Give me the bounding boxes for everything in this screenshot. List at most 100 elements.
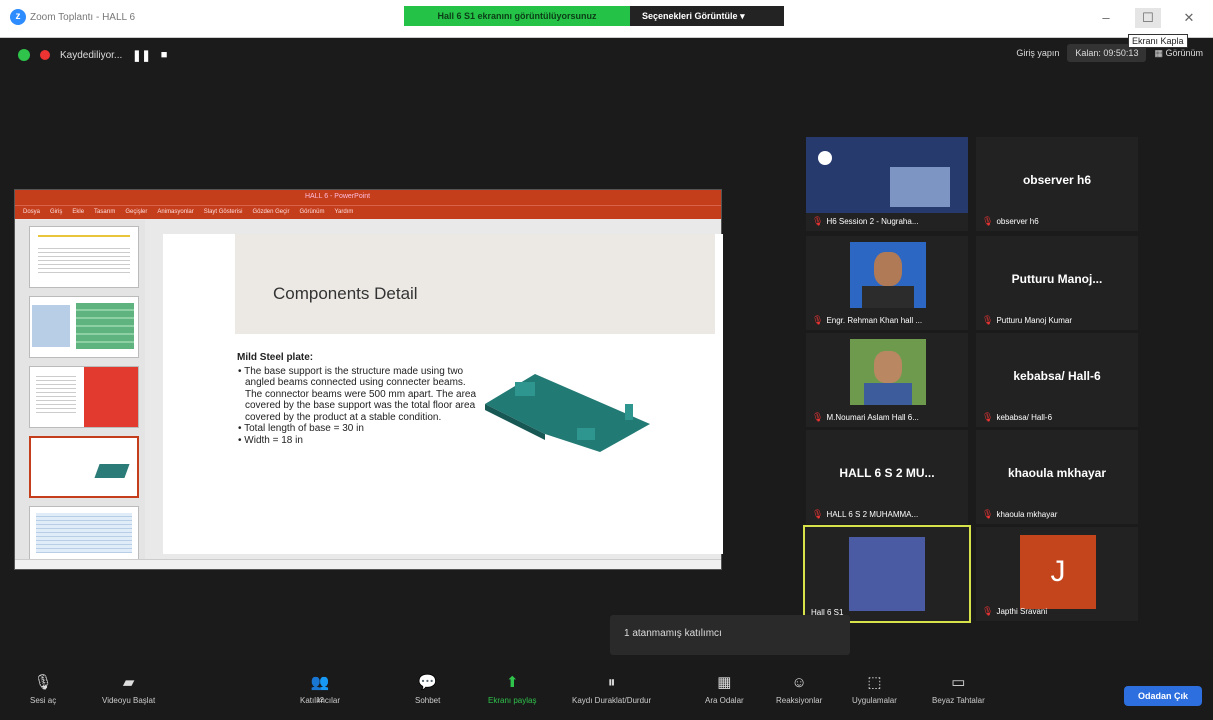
maximize-icon[interactable]: ☐ <box>1135 8 1161 28</box>
participant-tile-active-speaker[interactable]: Hall 6 S1 <box>803 525 971 623</box>
slide-bullet-text: Width = 18 in <box>244 434 303 446</box>
apps-button[interactable]: ⬚ Uygulamalar <box>852 674 897 705</box>
participant-name-text: Putturu Manoj Kumar <box>996 316 1073 325</box>
pause-recording-icon[interactable]: ❚❚ <box>132 49 150 62</box>
ppt-tab: Yardım <box>334 209 354 215</box>
view-button[interactable]: ▦ Görünüm <box>1154 48 1203 59</box>
apps-label: Uygulamalar <box>852 696 897 705</box>
participants-icon: 👥12 <box>310 674 330 704</box>
slide-bullet: • Width = 18 in <box>238 434 303 446</box>
participant-tile[interactable]: 🎙 Engr. Rehman Khan hall ... <box>806 236 968 330</box>
recording-label: Kaydediliyor... <box>60 49 123 61</box>
reactions-button[interactable]: ☺ Reaksiyonlar <box>776 674 822 705</box>
unassigned-participants-toast[interactable]: 1 atanmamış katılımcı <box>610 615 850 655</box>
share-screen-label: Ekranı paylaş <box>488 696 537 705</box>
participant-display-name: Putturu Manoj... <box>1011 272 1103 286</box>
shared-screen[interactable]: HALL 6 - PowerPoint Dosya Giriş Ekle Tas… <box>14 189 723 570</box>
ppt-tab: Görünüm <box>299 209 325 215</box>
smiley-icon: ☺ <box>791 674 807 691</box>
slide-thumbnail-active <box>29 436 139 498</box>
grid-icon: ▦ <box>1154 47 1166 58</box>
recording-icon <box>40 50 50 60</box>
chat-button[interactable]: 💬 Sohbet <box>415 674 440 705</box>
chevron-down-icon: ▾ <box>740 11 745 21</box>
current-slide: Components Detail Mild Steel plate: • Th… <box>163 234 723 554</box>
leave-room-button[interactable]: Odadan Çık <box>1124 686 1202 706</box>
participants-label: Katılımcılar <box>300 696 341 705</box>
reactions-label: Reaksiyonlar <box>776 696 823 705</box>
apps-icon: ⬚ <box>867 674 882 691</box>
participant-tile[interactable]: 🎙 M.Noumari Aslam Hall 6... <box>806 333 968 427</box>
stop-recording-icon[interactable]: ■ <box>161 49 168 61</box>
participant-display-name: observer h6 <box>1022 173 1092 187</box>
login-link[interactable]: Giriş yapın <box>1016 48 1059 58</box>
mic-muted-icon: 🎙 <box>982 509 994 519</box>
breakout-rooms-button[interactable]: ▦ Ara Odalar <box>705 674 744 705</box>
participant-name-text: Japthi Sravani <box>996 607 1048 616</box>
participants-button[interactable]: 👥12 Katılımcılar <box>300 674 340 705</box>
participant-photo <box>850 242 926 308</box>
participant-name: 🎙 kebabsa/ Hall-6 <box>982 412 1052 423</box>
participant-name: 🎙 HALL 6 S 2 MUHAMMA... <box>812 509 918 520</box>
participant-avatar <box>849 537 925 611</box>
chat-icon: 💬 <box>418 674 438 691</box>
mic-muted-icon: 🎙 <box>982 412 994 422</box>
slide-thumbnail-panel <box>15 220 145 568</box>
powerpoint-statusbar <box>15 559 721 569</box>
participant-tile[interactable]: J 🎙 Japthi Sravani <box>976 527 1138 621</box>
participant-tile[interactable]: Putturu Manoj... 🎙 Putturu Manoj Kumar <box>976 236 1138 330</box>
shared-video-thumbnail <box>806 137 968 213</box>
ppt-tab: Dosya <box>23 209 41 215</box>
video-off-icon: ▰ <box>122 674 135 691</box>
participant-tile[interactable]: 🎙 H6 Session 2 - Nugraha... <box>806 137 968 231</box>
slide-bullet-text: Total length of base = 30 in <box>244 423 364 434</box>
mic-muted-icon: 🎙 <box>982 606 994 616</box>
participant-photo <box>850 339 926 405</box>
view-options-button[interactable]: Seçenekleri Görüntüle ▾ <box>630 6 784 26</box>
pause-stop-recording-button[interactable]: ⏸ Kaydı Duraklat/Durdur <box>572 674 651 705</box>
participant-tile[interactable]: kebabsa/ Hall-6 🎙 kebabsa/ Hall-6 <box>976 333 1138 427</box>
zoom-logo-icon: z <box>10 9 26 25</box>
unmute-button[interactable]: 🎙 Sesi aç <box>30 674 56 705</box>
participant-name-text: kebabsa/ Hall-6 <box>996 413 1053 422</box>
breakout-rooms-label: Ara Odalar <box>705 696 744 705</box>
participant-display-name: kebabsa/ Hall-6 <box>1013 369 1101 383</box>
slide-bullet-text: The base support is the structure made u… <box>244 365 477 423</box>
participant-name: 🎙 observer h6 <box>982 216 1039 227</box>
ppt-tab: Geçişler <box>125 209 148 215</box>
share-screen-button[interactable]: ⬆ Ekranı paylaş <box>488 674 536 705</box>
slide-thumbnail <box>29 366 139 428</box>
slide-body: Mild Steel plate: • The base support is … <box>237 352 477 446</box>
share-screen-icon: ⬆ <box>505 674 519 691</box>
fullscreen-tooltip: Ekranı Kapla <box>1128 34 1188 48</box>
slide-bullet: • The base support is the structure made… <box>238 365 477 423</box>
participant-name: 🎙 Putturu Manoj Kumar <box>982 315 1072 326</box>
participant-name-text: HALL 6 S 2 MUHAMMA... <box>826 510 919 519</box>
recording-control-label: Kaydı Duraklat/Durdur <box>572 696 652 705</box>
ppt-window-title: HALL 6 - PowerPoint <box>305 193 371 200</box>
mic-muted-icon: 🎙 <box>812 315 824 325</box>
mic-muted-icon: 🎙 <box>982 315 994 325</box>
window-title: Zoom Toplantı - HALL 6 <box>30 12 136 23</box>
participant-display-name: khaoula mkhayar <box>1007 466 1107 480</box>
mic-muted-icon: 🎙 <box>812 216 824 226</box>
slide-bullet: • Total length of base = 30 in <box>238 423 364 434</box>
participant-tile[interactable]: khaoula mkhayar 🎙 khaoula mkhayar <box>976 430 1138 524</box>
ppt-tab: Gözden Geçir <box>252 209 290 215</box>
start-video-button[interactable]: ▰ Videoyu Başlat <box>102 674 155 705</box>
slide-subheading: Mild Steel plate: <box>237 352 314 363</box>
ppt-tab: Tasarım <box>94 209 116 215</box>
participant-tile[interactable]: observer h6 🎙 observer h6 <box>976 137 1138 231</box>
shield-icon[interactable] <box>18 49 30 61</box>
meeting-status-bar: Kaydediliyor... ❚❚ ■ <box>18 45 167 65</box>
mic-muted-icon: 🎙 <box>33 674 53 691</box>
minimize-icon[interactable]: – <box>1093 8 1119 28</box>
close-icon[interactable]: ✕ <box>1176 8 1202 28</box>
participant-name-text: Engr. Rehman Khan hall ... <box>826 316 923 325</box>
participant-tile[interactable]: HALL 6 S 2 MU... 🎙 HALL 6 S 2 MUHAMMA... <box>806 430 968 524</box>
start-video-label: Videoyu Başlat <box>102 696 156 705</box>
participant-name: 🎙 M.Noumari Aslam Hall 6... <box>812 412 919 423</box>
whiteboards-button[interactable]: ▭ Beyaz Tahtalar <box>932 674 985 705</box>
ppt-tab: Ekle <box>72 209 85 215</box>
powerpoint-ribbon-tabs: Dosya Giriş Ekle Tasarım Geçişler Animas… <box>15 205 721 219</box>
